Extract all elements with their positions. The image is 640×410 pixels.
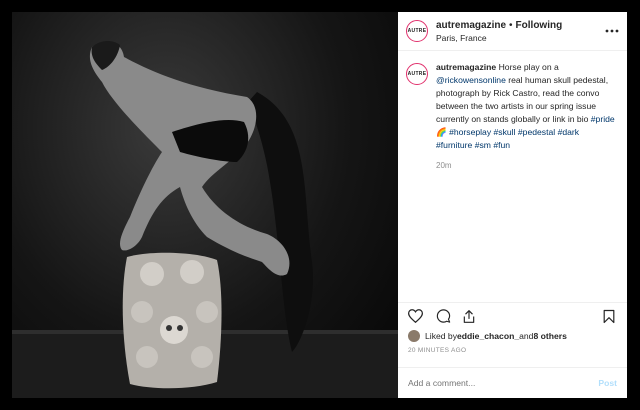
likes-prefix: Liked by <box>425 331 458 341</box>
header-line: autremagazine • Following <box>436 20 605 31</box>
following-button[interactable]: Following <box>516 20 563 31</box>
post-photo[interactable] <box>12 12 398 398</box>
action-bar <box>398 302 627 328</box>
post-timestamp[interactable]: 20 MINUTES AGO <box>408 347 466 354</box>
post-header: AUTRE autremagazine • Following Paris, Fra… <box>398 12 627 51</box>
mention-link[interactable]: @rickowensonline <box>436 75 506 85</box>
caption-part: Horse play on a <box>498 62 559 72</box>
comment-input[interactable] <box>408 378 599 388</box>
bookmark-icon[interactable] <box>603 309 615 324</box>
hashtag-dark[interactable]: #dark <box>558 127 580 137</box>
caption-block: autremagazine Horse play on a @rickowens… <box>428 61 616 170</box>
avatar[interactable]: AUTRE <box>406 20 428 42</box>
post-button[interactable]: Post <box>598 378 617 388</box>
post-panel: AUTRE autremagazine • Following Paris, Fra… <box>398 12 627 398</box>
likes-line: Liked by eddie_chacon_ and 8 others <box>408 330 567 342</box>
more-dots-icon[interactable] <box>605 29 619 33</box>
separator-dot: • <box>509 19 513 31</box>
liker-username[interactable]: eddie_chacon_ <box>457 331 519 341</box>
caption-avatar[interactable]: AUTRE <box>406 63 428 85</box>
hashtag-pedestal[interactable]: #pedestal <box>518 127 555 137</box>
hashtag-sm[interactable]: #sm <box>475 140 491 150</box>
hashtag-pride[interactable]: #pride <box>591 114 615 124</box>
hashtag-fun[interactable]: #fun <box>493 140 510 150</box>
caption-comment: AUTRE autremagazine Horse play on a @ric… <box>398 51 627 170</box>
avatar-text: AUTRE <box>407 28 427 34</box>
heart-icon[interactable] <box>408 309 423 323</box>
caption-text: autremagazine Horse play on a @rickowens… <box>436 61 616 152</box>
hashtag-furniture[interactable]: #furniture <box>436 140 472 150</box>
username-link[interactable]: autremagazine <box>436 20 506 31</box>
caption-username[interactable]: autremagazine <box>436 62 496 72</box>
add-comment-row: Post <box>398 367 627 398</box>
likes-others-link[interactable]: 8 others <box>533 331 566 341</box>
photo-image <box>12 41 398 398</box>
header-text: autremagazine • Following Paris, France <box>436 20 605 43</box>
caption-avatar-text: AUTRE <box>407 71 427 77</box>
hashtag-horseplay[interactable]: #horseplay <box>449 127 491 137</box>
location-link[interactable]: Paris, France <box>436 33 605 43</box>
hashtag-skull[interactable]: #skull <box>494 127 516 137</box>
likes-middle: and <box>519 331 534 341</box>
liker-avatar[interactable] <box>408 330 420 342</box>
caption-time[interactable]: 20m <box>436 161 616 170</box>
share-icon[interactable] <box>462 309 476 324</box>
comment-icon[interactable] <box>436 309 451 323</box>
rainbow-emoji: 🌈 <box>436 127 447 137</box>
